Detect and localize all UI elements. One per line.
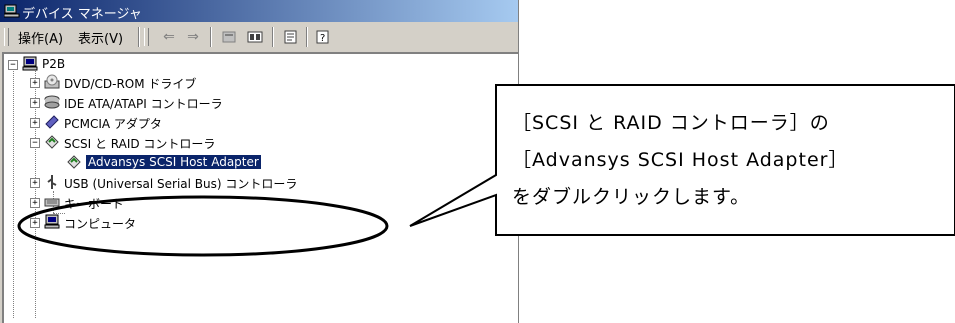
scsi-device-icon — [67, 155, 81, 169]
cdrom-icon — [44, 74, 60, 89]
expand-toggle[interactable]: + — [30, 198, 40, 208]
tree-root[interactable]: − P2B — [8, 56, 208, 74]
tree-item-label-selected: Advansys SCSI Host Adapter — [86, 155, 261, 169]
tree-item-computer[interactable]: + コンピュータ — [30, 214, 330, 232]
tree-item-label: SCSI と RAID コントローラ — [64, 137, 216, 151]
tree-item-usb[interactable]: + USB (Universal Serial Bus) コントローラ — [30, 174, 430, 192]
menu-action[interactable]: 操作(A) — [18, 28, 63, 47]
tree-item-label: USB (Universal Serial Bus) コントローラ — [64, 177, 298, 191]
collapse-toggle[interactable]: − — [30, 138, 40, 148]
tree-item-dvd-cdrom[interactable]: + DVD/CD-ROM ドライブ — [30, 74, 330, 92]
usb-icon — [47, 175, 57, 189]
device-manager-window: デバイス マネージャ 操作(A) 表示(V) ⇐ ⇒ ? − P2B + DVD… — [0, 0, 519, 323]
computer-icon — [44, 214, 60, 229]
title-bar[interactable]: デバイス マネージャ — [0, 0, 518, 22]
tree-item-label: PCMCIA アダプタ — [64, 117, 162, 131]
view-icon[interactable] — [244, 27, 266, 47]
callout-line-1: ［SCSI と RAID コントローラ］の — [512, 112, 830, 134]
ide-controller-icon — [44, 95, 60, 109]
svg-text:?: ? — [320, 33, 325, 44]
toolbar-separator — [272, 27, 274, 47]
tree-item-label: DVD/CD-ROM ドライブ — [64, 77, 197, 91]
tree-item-label: IDE ATA/ATAPI コントローラ — [64, 97, 223, 111]
keyboard-icon — [44, 198, 60, 207]
window-title: デバイス マネージャ — [22, 7, 142, 22]
tree-item-pcmcia[interactable]: + PCMCIA アダプタ — [30, 114, 330, 132]
callout-line-2: ［Advansys SCSI Host Adapter］ — [512, 149, 849, 171]
expand-toggle[interactable]: + — [30, 118, 40, 128]
menu-toolbar: 操作(A) 表示(V) ⇐ ⇒ ? — [0, 24, 518, 50]
tree-item-label: コンピュータ — [64, 217, 137, 231]
tree-item-ide[interactable]: + IDE ATA/ATAPI コントローラ — [30, 94, 330, 112]
expand-toggle[interactable]: + — [30, 218, 40, 228]
expand-toggle[interactable]: + — [30, 178, 40, 188]
pcmcia-icon — [45, 115, 59, 129]
properties-icon[interactable] — [280, 27, 302, 47]
tree-root-label: P2B — [42, 57, 66, 71]
up-folder-icon[interactable] — [218, 27, 240, 47]
toolbar-separator — [138, 27, 140, 47]
tree-item-advansys[interactable]: Advansys SCSI Host Adapter — [66, 154, 326, 172]
computer-icon — [22, 56, 38, 71]
back-arrow-icon[interactable]: ⇐ — [158, 27, 180, 47]
device-manager-icon — [4, 4, 20, 18]
tree-item-keyboard[interactable]: + キーボード — [30, 194, 330, 212]
toolbar-separator — [306, 27, 308, 47]
forward-arrow-icon[interactable]: ⇒ — [182, 27, 204, 47]
scsi-icon — [45, 135, 59, 149]
tree-item-scsi-raid[interactable]: − SCSI と RAID コントローラ — [30, 134, 330, 152]
toolbar-grip[interactable] — [144, 28, 149, 46]
menu-grip[interactable] — [4, 28, 9, 46]
toolbar-separator — [210, 27, 212, 47]
tree-item-label: キーボード — [64, 197, 125, 211]
collapse-toggle[interactable]: − — [8, 60, 18, 70]
device-tree[interactable]: − P2B + DVD/CD-ROM ドライブ + IDE ATA/ATAPI … — [2, 52, 518, 323]
expand-toggle[interactable]: + — [30, 98, 40, 108]
callout-line-3: をダブルクリックします。 — [512, 186, 751, 208]
expand-toggle[interactable]: + — [30, 78, 40, 88]
menu-view[interactable]: 表示(V) — [78, 28, 123, 47]
tree-line — [13, 68, 14, 318]
help-icon[interactable]: ? — [312, 27, 334, 47]
